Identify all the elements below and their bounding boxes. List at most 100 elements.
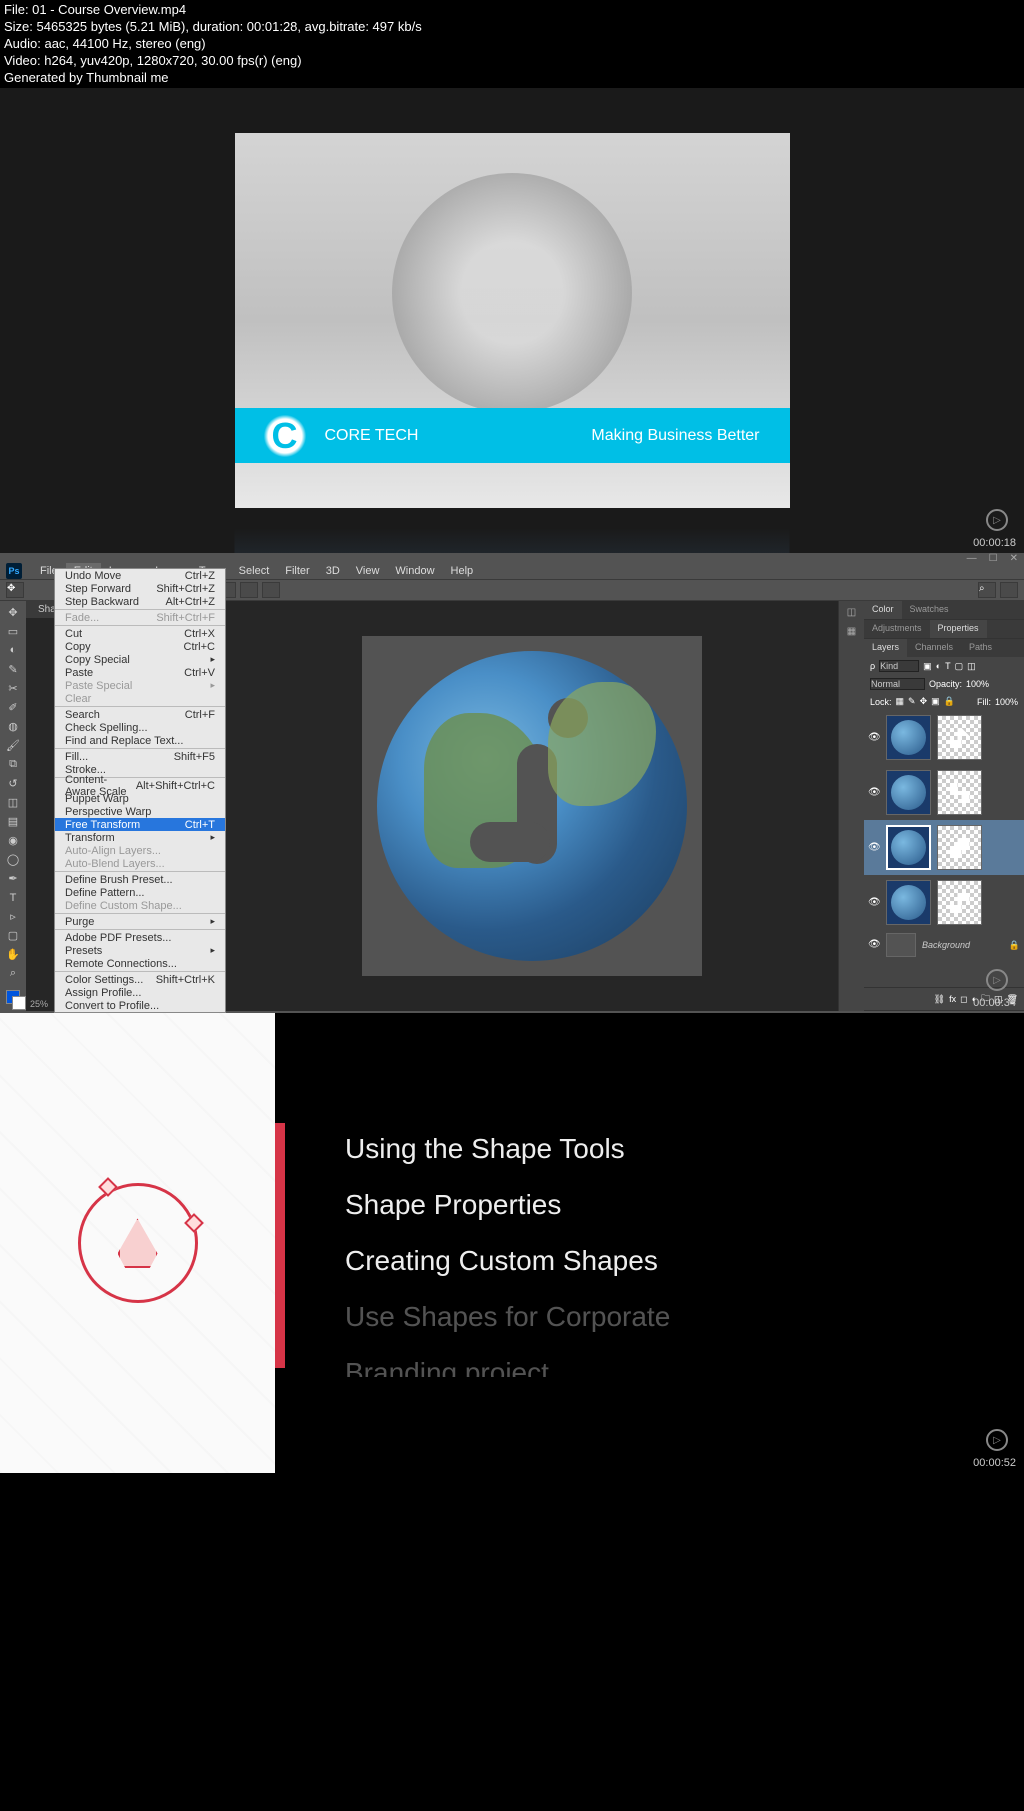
menu-3d[interactable]: 3D [318, 563, 348, 579]
layer-thumbnail[interactable] [886, 715, 931, 760]
layer-mask-thumbnail[interactable] [937, 715, 982, 760]
opacity-value[interactable]: 100% [966, 679, 989, 689]
edit-menu-check-spelling-[interactable]: Check Spelling... [55, 721, 225, 734]
layer-thumbnail[interactable] [886, 770, 931, 815]
move-tool-icon[interactable]: ✥ [6, 582, 24, 598]
lock-transparency-icon[interactable]: ▦ [896, 696, 905, 707]
visibility-toggle-icon[interactable]: 👁 [868, 732, 880, 744]
history-brush-tool[interactable]: ↺ [2, 775, 24, 793]
menu-help[interactable]: Help [443, 563, 482, 579]
foreground-background-colors[interactable] [2, 985, 24, 1010]
layer-row[interactable]: 👁 [864, 875, 1024, 930]
kind-filter[interactable] [879, 660, 919, 672]
align-middle-icon[interactable] [240, 582, 258, 598]
edit-menu-content-aware-scale[interactable]: Content-Aware ScaleAlt+Shift+Ctrl+C [55, 779, 225, 792]
window-maximize-icon[interactable]: ☐ [989, 553, 998, 564]
fill-value[interactable]: 100% [995, 697, 1018, 707]
edit-menu-define-pattern-[interactable]: Define Pattern... [55, 886, 225, 899]
lock-pixels-icon[interactable]: ✎ [908, 696, 916, 707]
swatches-tab[interactable]: Swatches [902, 601, 957, 619]
filter-adj-icon[interactable]: ◐ [936, 661, 941, 671]
edit-menu-step-forward[interactable]: Step ForwardShift+Ctrl+Z [55, 582, 225, 595]
filter-shape-icon[interactable]: ▢ [955, 661, 964, 672]
gradient-tool[interactable]: ▤ [2, 813, 24, 831]
edit-menu-purge[interactable]: Purge [55, 915, 225, 928]
edit-menu-search[interactable]: SearchCtrl+F [55, 708, 225, 721]
edit-menu-puppet-warp[interactable]: Puppet Warp [55, 792, 225, 805]
eraser-tool[interactable]: ◫ [2, 794, 24, 812]
layer-row[interactable]: 👁 [864, 765, 1024, 820]
visibility-toggle-icon[interactable]: 👁 [868, 939, 880, 951]
edit-menu-copy-special[interactable]: Copy Special [55, 653, 225, 666]
zoom-level[interactable]: 25% [30, 999, 48, 1009]
color-tab[interactable]: Color [864, 601, 902, 619]
shape-tool[interactable]: ▢ [2, 927, 24, 945]
workspace-icon[interactable] [1000, 582, 1018, 598]
stamp-tool[interactable]: ⧉ [2, 756, 24, 774]
filter-img-icon[interactable]: ▣ [923, 661, 932, 672]
dodge-tool[interactable]: ◯ [2, 851, 24, 869]
properties-tab[interactable]: Properties [930, 620, 987, 638]
link-layers-icon[interactable]: ⛓ [934, 994, 945, 1005]
edit-menu-remote-connections-[interactable]: Remote Connections... [55, 957, 225, 970]
actions-panel-icon[interactable]: ▦ [847, 626, 856, 637]
adjustments-tab[interactable]: Adjustments [864, 620, 930, 638]
layers-tab[interactable]: Layers [864, 639, 907, 657]
menu-view[interactable]: View [348, 563, 388, 579]
blur-tool[interactable]: ◉ [2, 832, 24, 850]
crop-tool[interactable]: ✂ [2, 680, 24, 698]
move-tool[interactable]: ✥ [2, 603, 24, 621]
layer-mask-thumbnail[interactable] [937, 770, 982, 815]
layer-row-background[interactable]: 👁 Background 🔒 [864, 930, 1024, 960]
visibility-toggle-icon[interactable]: 👁 [868, 787, 880, 799]
brush-tool[interactable]: 🖌 [2, 737, 24, 755]
layer-thumbnail[interactable] [886, 933, 916, 957]
history-panel-icon[interactable]: ◫ [847, 607, 856, 618]
edit-menu-fill-[interactable]: Fill...Shift+F5 [55, 750, 225, 763]
filter-type-icon[interactable]: T [945, 661, 951, 671]
search-icon[interactable]: ⌕ [978, 582, 996, 598]
layer-mask-icon[interactable]: ◻ [960, 994, 967, 1005]
path-tool[interactable]: ▹ [2, 908, 24, 926]
menu-select[interactable]: Select [231, 563, 278, 579]
blend-mode-select[interactable] [870, 678, 925, 690]
layer-thumbnail[interactable] [886, 880, 931, 925]
edit-menu-cut[interactable]: CutCtrl+X [55, 627, 225, 640]
window-minimize-icon[interactable]: — [967, 553, 977, 564]
channels-tab[interactable]: Channels [907, 639, 961, 657]
eyedropper-tool[interactable]: ✐ [2, 699, 24, 717]
zoom-tool[interactable]: ⌕ [2, 965, 24, 983]
paths-tab[interactable]: Paths [961, 639, 1000, 657]
menu-filter[interactable]: Filter [277, 563, 317, 579]
edit-menu-paste[interactable]: PasteCtrl+V [55, 666, 225, 679]
visibility-toggle-icon[interactable]: 👁 [868, 897, 880, 909]
pen-tool[interactable]: ✒ [2, 870, 24, 888]
layer-mask-thumbnail[interactable] [937, 880, 982, 925]
edit-menu-find-and-replace-text-[interactable]: Find and Replace Text... [55, 734, 225, 747]
canvas[interactable] [362, 636, 702, 976]
edit-menu-convert-to-profile-[interactable]: Convert to Profile... [55, 999, 225, 1012]
marquee-tool[interactable]: ▭ [2, 622, 24, 640]
window-close-icon[interactable]: ✕ [1010, 553, 1018, 564]
layer-fx-icon[interactable]: fx [949, 994, 956, 1004]
lock-position-icon[interactable]: ✥ [920, 696, 928, 707]
edit-menu-adobe-pdf-presets-[interactable]: Adobe PDF Presets... [55, 931, 225, 944]
edit-menu-undo-move[interactable]: Undo MoveCtrl+Z [55, 569, 225, 582]
menu-window[interactable]: Window [387, 563, 442, 579]
align-bottom-icon[interactable] [262, 582, 280, 598]
visibility-toggle-icon[interactable]: 👁 [868, 842, 880, 854]
edit-menu-assign-profile-[interactable]: Assign Profile... [55, 986, 225, 999]
layer-mask-thumbnail[interactable] [937, 825, 982, 870]
layer-row[interactable]: 👁 [864, 710, 1024, 765]
hand-tool[interactable]: ✋ [2, 946, 24, 964]
lock-all-icon[interactable]: 🔒 [944, 696, 955, 707]
edit-menu-copy[interactable]: CopyCtrl+C [55, 640, 225, 653]
layer-row[interactable]: 👁 [864, 820, 1024, 875]
type-tool[interactable]: T [2, 889, 24, 907]
edit-menu-define-brush-preset-[interactable]: Define Brush Preset... [55, 873, 225, 886]
edit-menu-presets[interactable]: Presets [55, 944, 225, 957]
healing-tool[interactable]: ◍ [2, 718, 24, 736]
lock-artboard-icon[interactable]: ▣ [931, 696, 940, 707]
edit-menu-free-transform[interactable]: Free TransformCtrl+T [55, 818, 225, 831]
lasso-tool[interactable]: ◐ [2, 641, 24, 659]
